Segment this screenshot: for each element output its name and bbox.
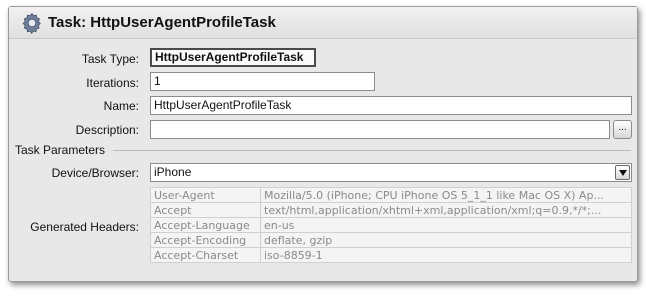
- header-key: Accept-Encoding: [150, 232, 261, 248]
- window-title: Task: HttpUserAgentProfileTask: [48, 14, 276, 31]
- task-type-field: HttpUserAgentProfileTask: [150, 48, 316, 67]
- gear-icon: [22, 12, 41, 34]
- chevron-down-icon[interactable]: [615, 165, 630, 180]
- generated-headers-label: Generated Headers:: [30, 220, 139, 234]
- name-label: Name:: [103, 99, 139, 113]
- device-browser-label: Device/Browser:: [51, 166, 139, 180]
- table-row: Accept-Charset iso-8859-1: [150, 247, 632, 263]
- header-value: en-us: [260, 217, 632, 233]
- table-row: Accept-Encoding deflate, gzip: [150, 232, 632, 248]
- section-divider: [113, 150, 631, 151]
- iterations-label: Iterations:: [86, 76, 139, 90]
- header-value: Mozilla/5.0 (iPhone; CPU iPhone OS 5_1_1…: [260, 187, 632, 203]
- task-type-label: Task Type:: [81, 52, 139, 66]
- header-key: User-Agent: [150, 187, 261, 203]
- header-key: Accept: [150, 202, 261, 218]
- description-field[interactable]: [150, 120, 610, 139]
- device-browser-value: iPhone: [154, 165, 192, 179]
- header-value: iso-8859-1: [260, 247, 632, 263]
- device-browser-select[interactable]: iPhone: [150, 163, 632, 182]
- generated-headers-table: User-Agent Mozilla/5.0 (iPhone; CPU iPho…: [150, 187, 632, 263]
- header-key: Accept-Charset: [150, 247, 261, 263]
- title-bar: Task: HttpUserAgentProfileTask: [9, 7, 637, 39]
- table-row: Accept-Language en-us: [150, 217, 632, 233]
- task-panel: Task: HttpUserAgentProfileTask Task Type…: [8, 6, 638, 282]
- description-browse-button[interactable]: ...: [613, 120, 632, 139]
- table-row: User-Agent Mozilla/5.0 (iPhone; CPU iPho…: [150, 187, 632, 203]
- task-parameters-label: Task Parameters: [15, 143, 106, 157]
- iterations-field[interactable]: 1: [150, 72, 375, 91]
- name-field[interactable]: HttpUserAgentProfileTask: [150, 96, 632, 115]
- header-value: deflate, gzip: [260, 232, 632, 248]
- description-label: Description:: [75, 123, 139, 137]
- header-key: Accept-Language: [150, 217, 261, 233]
- table-row: Accept text/html,application/xhtml+xml,a…: [150, 202, 632, 218]
- header-value: text/html,application/xhtml+xml,applicat…: [260, 202, 632, 218]
